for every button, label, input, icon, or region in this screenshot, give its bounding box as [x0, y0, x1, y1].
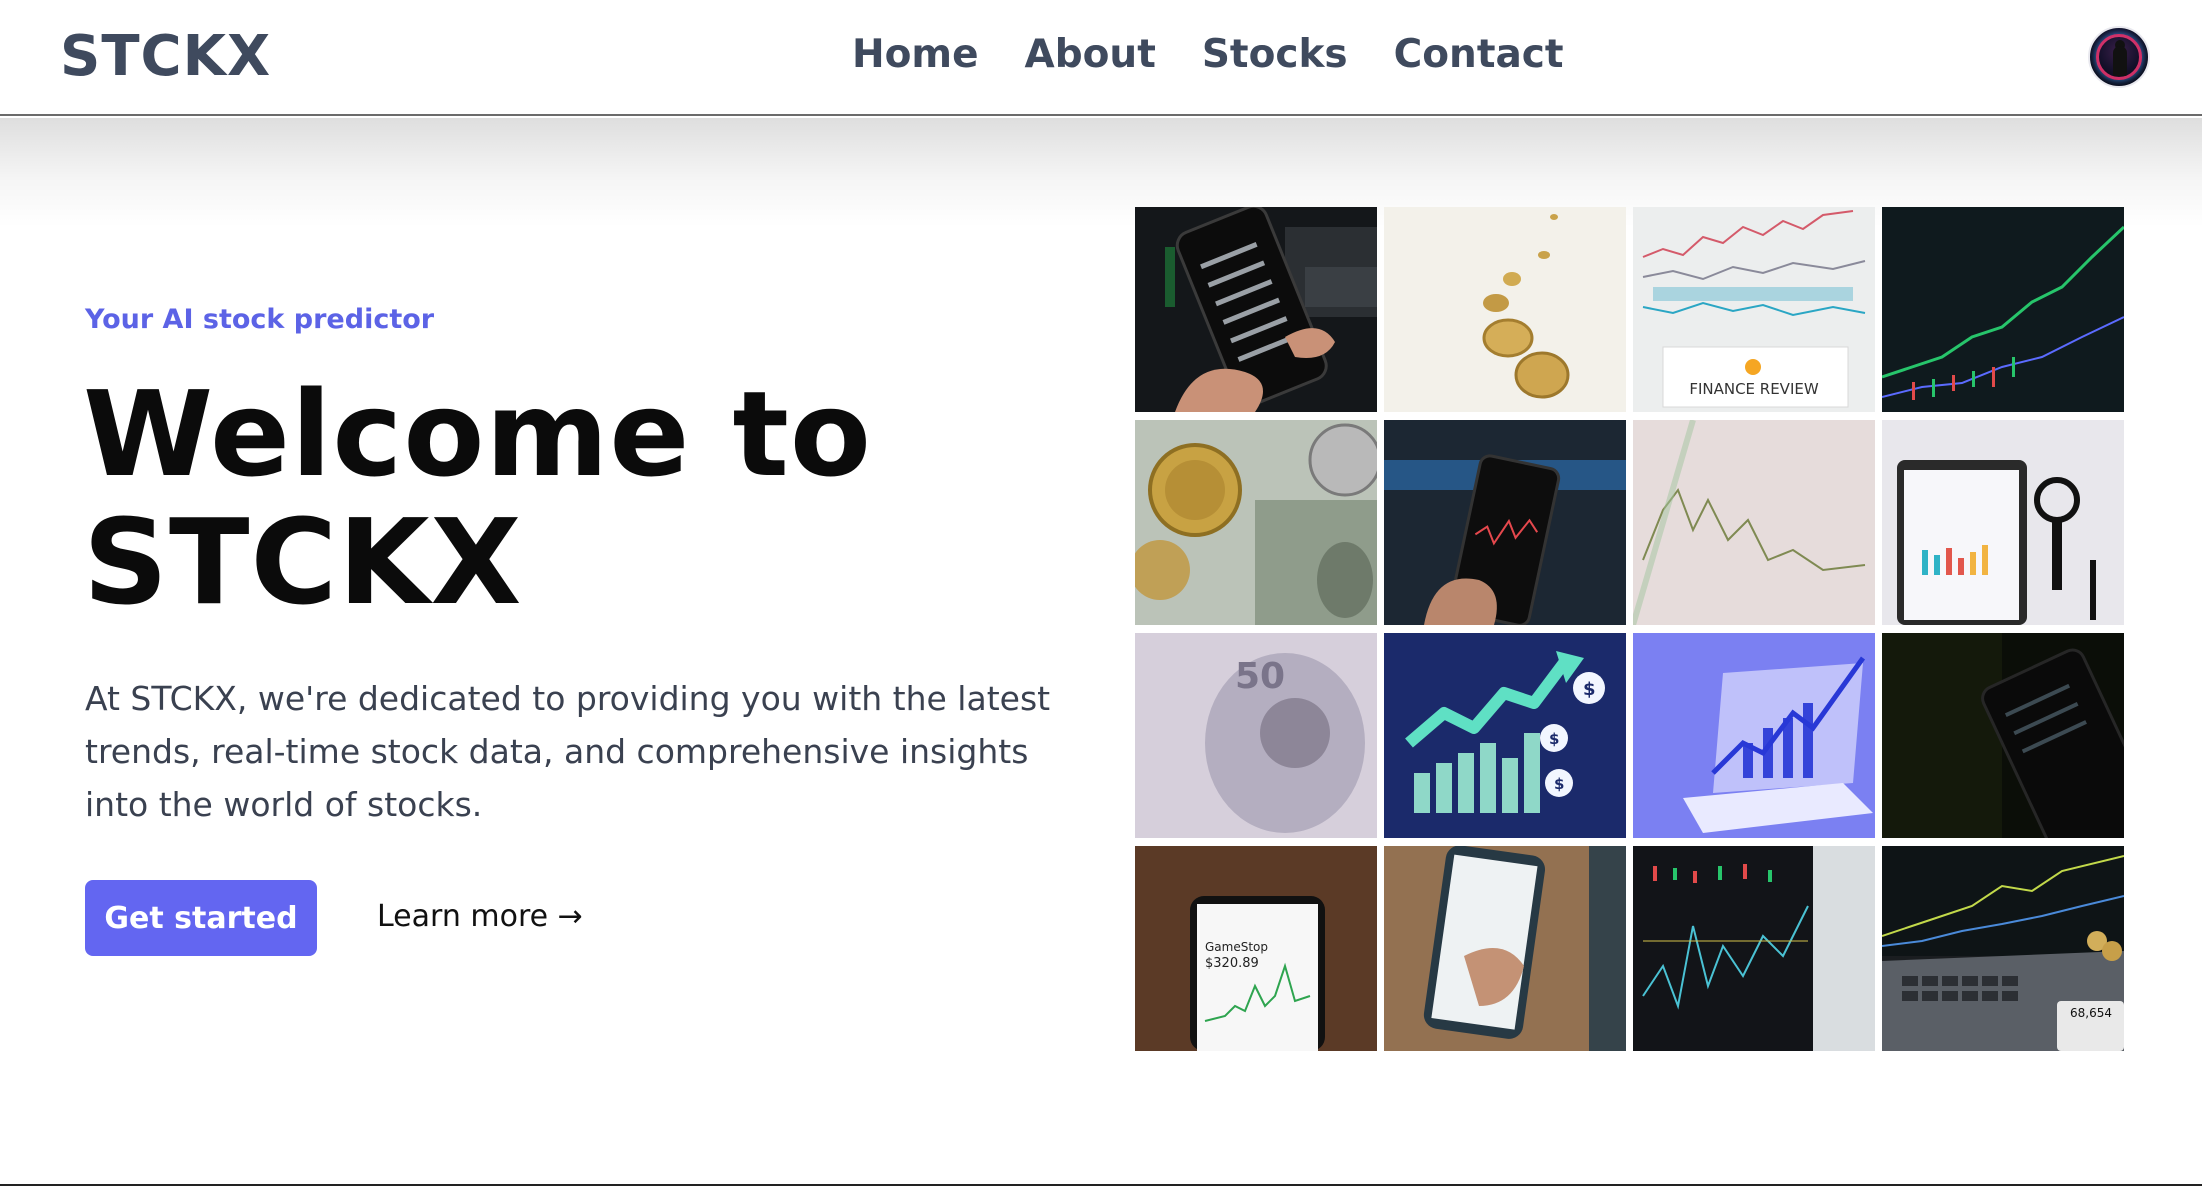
image-chart-on-paper — [1633, 420, 1875, 625]
image-phone-red-chart — [1384, 420, 1626, 625]
image-bitcoin-dollar-bills — [1135, 420, 1377, 625]
get-started-button[interactable]: Get started — [85, 880, 317, 956]
image-finance-review-charts: FINANCE REVIEW — [1633, 207, 1875, 412]
site-header: STCKX Home About Stocks Contact — [0, 0, 2202, 116]
image-trading-monitor — [1633, 846, 1875, 1051]
image-3d-growth-chart: $ $ $ — [1384, 633, 1626, 838]
stock-image-grid: FINANCE REVIEW 50 $ $ $ GameStop $320.89… — [1135, 207, 2124, 1051]
svg-text:50: 50 — [1235, 656, 1285, 697]
main-nav: Home About Stocks Contact — [852, 32, 1564, 77]
hero-title-line1: Welcome to — [83, 365, 872, 503]
image-phone-trading-app — [1135, 207, 1377, 412]
hero-eyebrow: Your AI stock predictor — [85, 304, 435, 335]
nav-contact[interactable]: Contact — [1394, 32, 1564, 77]
gamestop-name: GameStop — [1205, 940, 1269, 954]
nav-home[interactable]: Home — [852, 32, 979, 77]
image-dark-trading-chart — [1882, 207, 2124, 412]
svg-text:$: $ — [1554, 775, 1564, 793]
svg-text:$: $ — [1549, 730, 1559, 748]
image-laptop-3d-chart — [1633, 633, 1875, 838]
image-laptop-calculator: 68,654 — [1882, 846, 2124, 1051]
hero-title-line2: STCKX — [83, 493, 523, 631]
image-phone-on-wood — [1384, 846, 1626, 1051]
finance-review-label: FINANCE REVIEW — [1689, 380, 1819, 398]
site-logo[interactable]: STCKX — [60, 24, 271, 89]
learn-more-link[interactable]: Learn more → — [377, 899, 583, 934]
calculator-display: 68,654 — [2070, 1006, 2112, 1020]
nav-about[interactable]: About — [1025, 32, 1156, 77]
avatar-figure-body — [2113, 46, 2127, 76]
gamestop-price: $320.89 — [1205, 956, 1259, 971]
nav-stocks[interactable]: Stocks — [1202, 32, 1348, 77]
user-avatar[interactable] — [2088, 26, 2150, 88]
image-rupee-banknote: 50 — [1135, 633, 1377, 838]
image-dark-phone — [1882, 633, 2124, 838]
image-clipboard-magnifier — [1882, 420, 2124, 625]
image-falling-coins — [1384, 207, 1626, 412]
hero-description: At STCKX, we're dedicated to providing y… — [85, 679, 1051, 824]
image-gamestop-phone: GameStop $320.89 — [1135, 846, 1377, 1051]
hero-title: Welcome to STCKX — [83, 370, 983, 626]
svg-text:$: $ — [1583, 679, 1596, 700]
